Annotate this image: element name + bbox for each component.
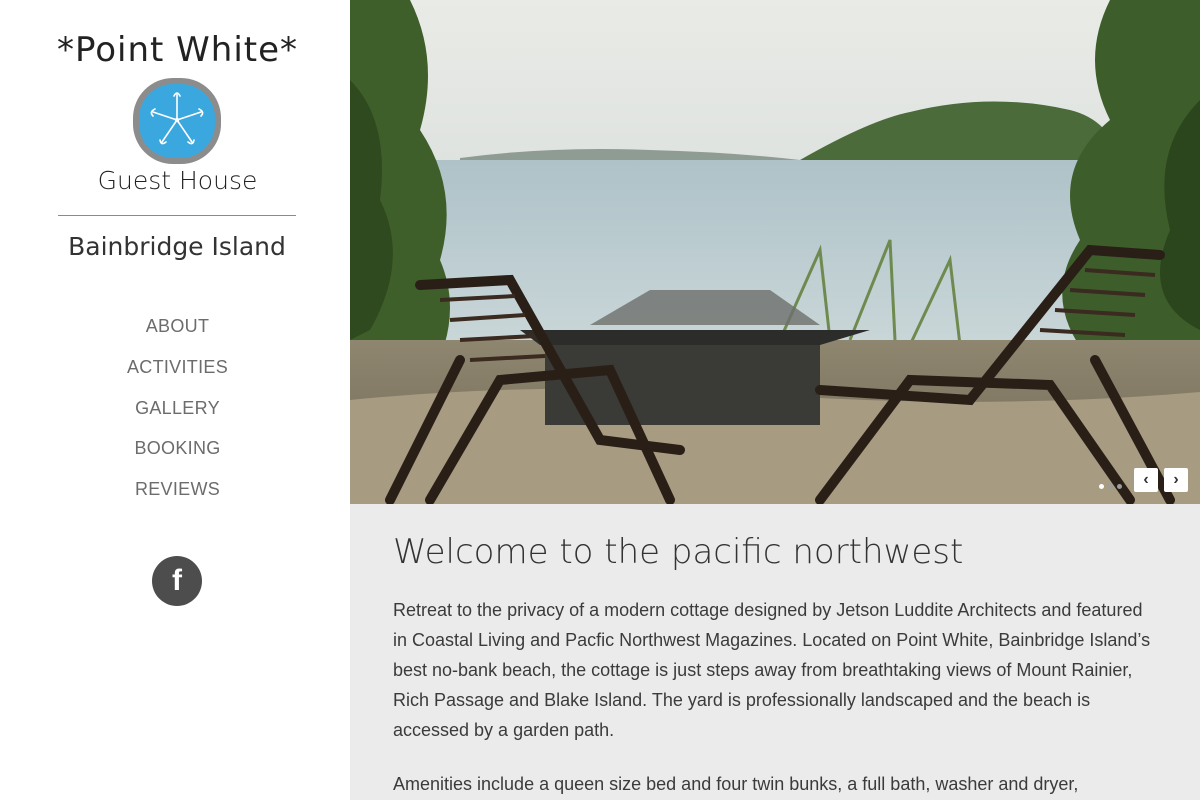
chevron-left-icon[interactable]: ‹ — [1134, 468, 1158, 492]
logo-subtitle: Guest House — [97, 166, 258, 195]
amenities-paragraph: Amenities include a queen size bed and f… — [393, 774, 1079, 794]
nav-item-reviews[interactable]: REVIEWS — [0, 475, 355, 516]
main-content: Welcome to the pacific northwest Retreat… — [350, 504, 1200, 800]
site-logo[interactable]: *Point White* Guest House — [55, 30, 300, 202]
hero-image — [350, 0, 1200, 504]
logo-title: *Point White* — [56, 30, 299, 70]
slide-dot[interactable] — [1108, 484, 1113, 489]
slide-dot[interactable] — [1117, 484, 1122, 489]
sidebar: *Point White* Guest House Bainbridge Isl… — [0, 0, 350, 800]
nav-item-booking[interactable]: BOOKING — [0, 434, 355, 475]
slide-indicators — [1099, 484, 1122, 489]
page-title: Welcome to the pacific northwest — [393, 532, 964, 572]
nav-item-about[interactable]: ABOUT — [0, 312, 355, 353]
chevron-right-icon[interactable]: › — [1164, 468, 1188, 492]
divider — [58, 215, 296, 216]
hero-slider: ‹ › — [350, 0, 1200, 504]
nav-item-gallery[interactable]: GALLERY — [0, 394, 355, 435]
facebook-icon[interactable]: f — [152, 556, 202, 606]
slide-dot[interactable] — [1099, 484, 1104, 489]
nav-item-activities[interactable]: ACTIVITIES — [0, 353, 355, 394]
main-nav: ABOUT ACTIVITIES GALLERY BOOKING REVIEWS — [0, 312, 355, 516]
intro-paragraph: Retreat to the privacy of a modern cotta… — [393, 600, 1151, 740]
location-label: Bainbridge Island — [68, 232, 286, 261]
